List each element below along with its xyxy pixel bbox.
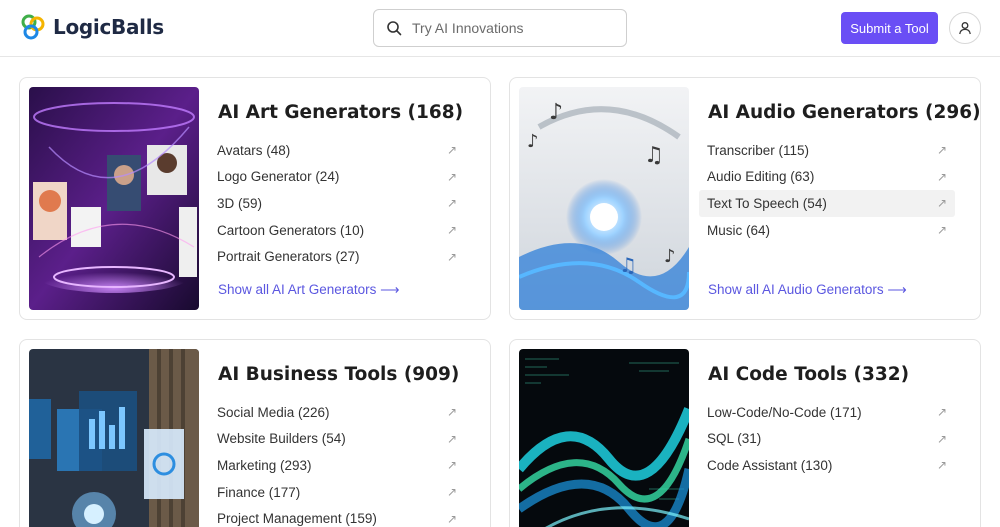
category-title[interactable]: AI Code Tools (332): [708, 364, 909, 385]
subcategory-label: Website Builders (54): [217, 431, 346, 447]
category-image[interactable]: [29, 349, 199, 527]
arrow-up-right-icon: ↗: [936, 431, 947, 446]
category-title[interactable]: AI Business Tools (909): [218, 364, 459, 385]
arrow-up-right-icon: ↗: [446, 169, 457, 184]
category-title[interactable]: AI Art Generators (168): [218, 102, 463, 123]
arrow-up-right-icon: ↗: [446, 485, 457, 500]
subcategory-label: SQL (31): [707, 431, 762, 447]
user-icon: [959, 22, 971, 35]
code-tools-image: [519, 349, 689, 527]
subcategory-label: Portrait Generators (27): [217, 249, 360, 265]
audio-generators-image: ♪ ♫ ♪ ♪ ♫: [519, 87, 689, 310]
subcategory-item[interactable]: Music (64) ↗: [699, 217, 955, 244]
user-account-button[interactable]: [949, 12, 981, 44]
arrow-up-right-icon: ↗: [446, 405, 457, 420]
arrow-up-right-icon: ↗: [446, 249, 457, 264]
top-bar: LogicBalls Submit a Tool: [0, 0, 1000, 57]
art-generators-image: [29, 87, 199, 310]
subcategory-item[interactable]: Cartoon Generators (10) ↗: [209, 217, 465, 244]
subcategory-item[interactable]: Audio Editing (63) ↗: [699, 164, 955, 191]
subcategory-label: Social Media (226): [217, 404, 330, 420]
category-title[interactable]: AI Audio Generators (296): [708, 102, 981, 123]
subcategory-list: Avatars (48) ↗ Logo Generator (24) ↗ 3D (5…: [209, 137, 465, 270]
arrow-up-right-icon: ↗: [446, 511, 457, 526]
svg-text:♪: ♪: [527, 131, 539, 152]
subcategory-list: Transcriber (115) ↗ Audio Editing (63) ↗ T…: [699, 137, 955, 243]
subcategory-item[interactable]: Logo Generator (24) ↗: [209, 164, 465, 191]
logo-text: LogicBalls: [53, 15, 164, 39]
category-card-ai-art-generators: AI Art Generators (168) Avatars (48) ↗ Lo…: [19, 77, 491, 320]
svg-text:♫: ♫: [644, 143, 664, 168]
svg-text:♪: ♪: [664, 246, 676, 267]
search-box[interactable]: [373, 9, 627, 47]
subcategory-item[interactable]: Marketing (293) ↗: [209, 452, 465, 479]
subcategory-list: Social Media (226) ↗ Website Builders (54…: [209, 399, 465, 527]
category-image[interactable]: ♪ ♫ ♪ ♪ ♫: [519, 87, 689, 310]
subcategory-item[interactable]: 3D (59) ↗: [209, 190, 465, 217]
subcategory-item[interactable]: Avatars (48) ↗: [209, 137, 465, 164]
search-input[interactable]: [412, 20, 612, 36]
subcategory-item[interactable]: Text To Speech (54) ↗: [699, 190, 955, 217]
category-image[interactable]: [519, 349, 689, 527]
subcategory-item[interactable]: SQL (31) ↗: [699, 426, 955, 453]
category-card-ai-code-tools: AI Code Tools (332) Low-Code/No-Code (17…: [509, 339, 981, 527]
show-all-link[interactable]: Show all AI Audio Generators ⟶: [708, 282, 907, 298]
subcategory-label: Code Assistant (130): [707, 457, 833, 473]
search-icon: [387, 21, 402, 36]
subcategory-item[interactable]: Portrait Generators (27) ↗: [209, 243, 465, 270]
business-tools-image: [29, 349, 199, 527]
subcategory-label: Cartoon Generators (10): [217, 222, 365, 238]
arrow-up-right-icon: ↗: [936, 405, 947, 420]
logicballs-logo-icon: [21, 14, 45, 40]
subcategory-item[interactable]: Website Builders (54) ↗: [209, 426, 465, 453]
arrow-up-right-icon: ↗: [446, 458, 457, 473]
subcategory-label: Text To Speech (54): [707, 195, 827, 211]
subcategory-label: Low-Code/No-Code (171): [707, 404, 862, 420]
subcategory-label: Music (64): [707, 222, 771, 238]
category-card-ai-audio-generators: ♪ ♫ ♪ ♪ ♫ AI Audio Generators (296) Tran…: [509, 77, 981, 320]
subcategory-label: Logo Generator (24): [217, 169, 340, 185]
subcategory-item[interactable]: Code Assistant (130) ↗: [699, 452, 955, 479]
arrow-up-right-icon: ↗: [936, 223, 947, 238]
arrow-up-right-icon: ↗: [936, 143, 947, 158]
svg-text:♪: ♪: [549, 100, 563, 125]
subcategory-label: Finance (177): [217, 484, 301, 500]
subcategory-label: 3D (59): [217, 195, 263, 211]
arrow-up-right-icon: ↗: [936, 169, 947, 184]
arrow-up-right-icon: ↗: [936, 458, 947, 473]
svg-text:♫: ♫: [619, 253, 637, 277]
subcategory-label: Avatars (48): [217, 142, 291, 158]
subcategory-label: Marketing (293): [217, 457, 312, 473]
subcategory-list: Low-Code/No-Code (171) ↗ SQL (31) ↗ Code A…: [699, 399, 955, 479]
subcategory-item[interactable]: Finance (177) ↗: [209, 479, 465, 506]
category-image[interactable]: [29, 87, 199, 310]
subcategory-label: Transcriber (115): [707, 142, 810, 158]
arrow-up-right-icon: ↗: [446, 223, 457, 238]
arrow-up-right-icon: ↗: [446, 143, 457, 158]
subcategory-item[interactable]: Transcriber (115) ↗: [699, 137, 955, 164]
subcategory-label: Audio Editing (63): [707, 169, 815, 185]
submit-tool-button[interactable]: Submit a Tool: [841, 12, 938, 44]
subcategory-item[interactable]: Project Management (159) ↗: [209, 505, 465, 527]
arrow-up-right-icon: ↗: [446, 196, 457, 211]
arrow-up-right-icon: ↗: [936, 196, 947, 211]
category-card-ai-business-tools: AI Business Tools (909) Social Media (22…: [19, 339, 491, 527]
show-all-link[interactable]: Show all AI Art Generators ⟶: [218, 282, 399, 298]
subcategory-label: Project Management (159): [217, 511, 377, 527]
arrow-up-right-icon: ↗: [446, 431, 457, 446]
subcategory-item[interactable]: Social Media (226) ↗: [209, 399, 465, 426]
logo[interactable]: LogicBalls: [19, 13, 164, 41]
subcategory-item[interactable]: Low-Code/No-Code (171) ↗: [699, 399, 955, 426]
